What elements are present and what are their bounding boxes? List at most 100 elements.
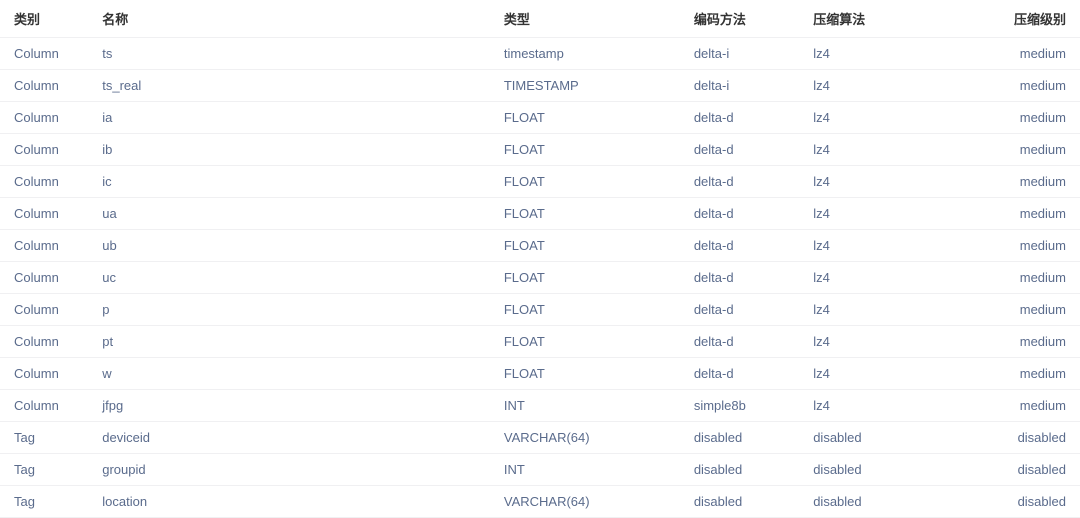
cell-category: Tag — [0, 454, 92, 486]
table-row: ColumnuaFLOATdelta-dlz4medium — [0, 198, 1080, 230]
cell-category: Column — [0, 358, 92, 390]
cell-type: FLOAT — [494, 262, 684, 294]
cell-compress-level: disabled — [966, 486, 1080, 518]
cell-compress-algo: lz4 — [803, 38, 966, 70]
table-row: ColumnptFLOATdelta-dlz4medium — [0, 326, 1080, 358]
table-row: ColumnicFLOATdelta-dlz4medium — [0, 166, 1080, 198]
cell-compress-level: disabled — [966, 422, 1080, 454]
cell-name: ua — [92, 198, 494, 230]
cell-type: FLOAT — [494, 134, 684, 166]
cell-encoding: delta-d — [684, 326, 803, 358]
cell-compress-level: medium — [966, 198, 1080, 230]
cell-encoding: delta-d — [684, 166, 803, 198]
table-row: ColumnucFLOATdelta-dlz4medium — [0, 262, 1080, 294]
cell-name: jfpg — [92, 390, 494, 422]
cell-compress-algo: lz4 — [803, 262, 966, 294]
cell-name: ub — [92, 230, 494, 262]
cell-category: Column — [0, 70, 92, 102]
cell-compress-algo: lz4 — [803, 70, 966, 102]
cell-name: p — [92, 294, 494, 326]
table-body: Columntstimestampdelta-ilz4mediumColumnt… — [0, 38, 1080, 518]
cell-type: FLOAT — [494, 198, 684, 230]
header-type: 类型 — [494, 0, 684, 38]
cell-name: deviceid — [92, 422, 494, 454]
cell-category: Tag — [0, 422, 92, 454]
cell-category: Column — [0, 166, 92, 198]
cell-name: uc — [92, 262, 494, 294]
cell-name: ts — [92, 38, 494, 70]
cell-category: Column — [0, 102, 92, 134]
cell-name: ts_real — [92, 70, 494, 102]
cell-category: Column — [0, 198, 92, 230]
cell-compress-level: medium — [966, 230, 1080, 262]
header-category: 类别 — [0, 0, 92, 38]
cell-name: w — [92, 358, 494, 390]
table-row: ColumnubFLOATdelta-dlz4medium — [0, 230, 1080, 262]
cell-name: ia — [92, 102, 494, 134]
cell-compress-level: medium — [966, 102, 1080, 134]
cell-compress-level: disabled — [966, 454, 1080, 486]
cell-type: timestamp — [494, 38, 684, 70]
cell-encoding: disabled — [684, 422, 803, 454]
cell-compress-algo: disabled — [803, 422, 966, 454]
cell-encoding: delta-d — [684, 294, 803, 326]
header-name: 名称 — [92, 0, 494, 38]
cell-type: FLOAT — [494, 326, 684, 358]
header-encoding: 编码方法 — [684, 0, 803, 38]
cell-compress-algo: lz4 — [803, 102, 966, 134]
cell-compress-algo: lz4 — [803, 294, 966, 326]
cell-compress-algo: lz4 — [803, 326, 966, 358]
cell-category: Column — [0, 262, 92, 294]
cell-category: Column — [0, 294, 92, 326]
cell-compress-level: medium — [966, 38, 1080, 70]
cell-type: FLOAT — [494, 102, 684, 134]
table-row: TaglocationVARCHAR(64)disableddisableddi… — [0, 486, 1080, 518]
table-row: Columntstimestampdelta-ilz4medium — [0, 38, 1080, 70]
cell-encoding: delta-d — [684, 358, 803, 390]
cell-compress-level: medium — [966, 326, 1080, 358]
cell-type: INT — [494, 454, 684, 486]
cell-name: location — [92, 486, 494, 518]
cell-compress-algo: lz4 — [803, 166, 966, 198]
cell-type: INT — [494, 390, 684, 422]
cell-encoding: delta-d — [684, 102, 803, 134]
table-row: ColumnpFLOATdelta-dlz4medium — [0, 294, 1080, 326]
cell-category: Column — [0, 230, 92, 262]
table-row: ColumnwFLOATdelta-dlz4medium — [0, 358, 1080, 390]
table-row: ColumnibFLOATdelta-dlz4medium — [0, 134, 1080, 166]
cell-type: FLOAT — [494, 230, 684, 262]
cell-compress-level: medium — [966, 262, 1080, 294]
table-row: ColumniaFLOATdelta-dlz4medium — [0, 102, 1080, 134]
cell-category: Column — [0, 134, 92, 166]
table-header-row: 类别 名称 类型 编码方法 压缩算法 压缩级别 — [0, 0, 1080, 38]
cell-encoding: disabled — [684, 454, 803, 486]
header-compress-level: 压缩级别 — [966, 0, 1080, 38]
cell-compress-algo: disabled — [803, 454, 966, 486]
table-row: Columnts_realTIMESTAMPdelta-ilz4medium — [0, 70, 1080, 102]
column-definition-table: 类别 名称 类型 编码方法 压缩算法 压缩级别 Columntstimestam… — [0, 0, 1080, 518]
cell-compress-level: medium — [966, 134, 1080, 166]
cell-encoding: delta-i — [684, 70, 803, 102]
cell-type: FLOAT — [494, 166, 684, 198]
table-row: TagdeviceidVARCHAR(64)disableddisableddi… — [0, 422, 1080, 454]
cell-compress-algo: lz4 — [803, 134, 966, 166]
cell-type: VARCHAR(64) — [494, 422, 684, 454]
header-compress-algo: 压缩算法 — [803, 0, 966, 38]
cell-encoding: simple8b — [684, 390, 803, 422]
cell-type: TIMESTAMP — [494, 70, 684, 102]
cell-compress-level: medium — [966, 390, 1080, 422]
table-row: TaggroupidINTdisableddisableddisabled — [0, 454, 1080, 486]
cell-compress-algo: lz4 — [803, 230, 966, 262]
cell-compress-algo: disabled — [803, 486, 966, 518]
cell-name: pt — [92, 326, 494, 358]
table-row: ColumnjfpgINTsimple8blz4medium — [0, 390, 1080, 422]
cell-encoding: delta-d — [684, 198, 803, 230]
cell-compress-level: medium — [966, 166, 1080, 198]
cell-compress-algo: lz4 — [803, 358, 966, 390]
cell-name: groupid — [92, 454, 494, 486]
cell-compress-level: medium — [966, 358, 1080, 390]
cell-name: ic — [92, 166, 494, 198]
cell-type: FLOAT — [494, 294, 684, 326]
cell-type: FLOAT — [494, 358, 684, 390]
cell-encoding: delta-d — [684, 230, 803, 262]
